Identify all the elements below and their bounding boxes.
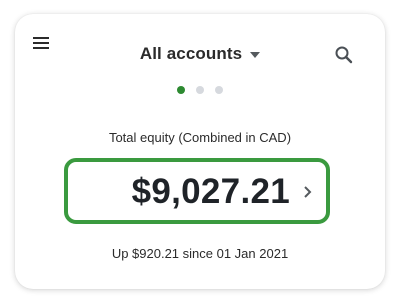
page-indicator <box>0 86 400 96</box>
page-dot-1[interactable] <box>177 86 185 94</box>
chevron-right-icon <box>304 186 312 198</box>
total-equity-label: Total equity (Combined in CAD) <box>108 130 292 145</box>
page-dot-3[interactable] <box>215 86 223 94</box>
total-equity-button[interactable]: $9,027.21 <box>64 158 330 224</box>
equity-change-text: Up $920.21 since 01 Jan 2021 <box>111 246 289 261</box>
total-equity-value: $9,027.21 <box>131 172 290 211</box>
caret-down-icon <box>250 52 261 58</box>
account-selector-label: All accounts <box>139 44 243 63</box>
account-selector[interactable]: All accounts <box>139 44 261 64</box>
page-dot-2[interactable] <box>196 86 204 94</box>
search-icon[interactable] <box>333 44 355 66</box>
